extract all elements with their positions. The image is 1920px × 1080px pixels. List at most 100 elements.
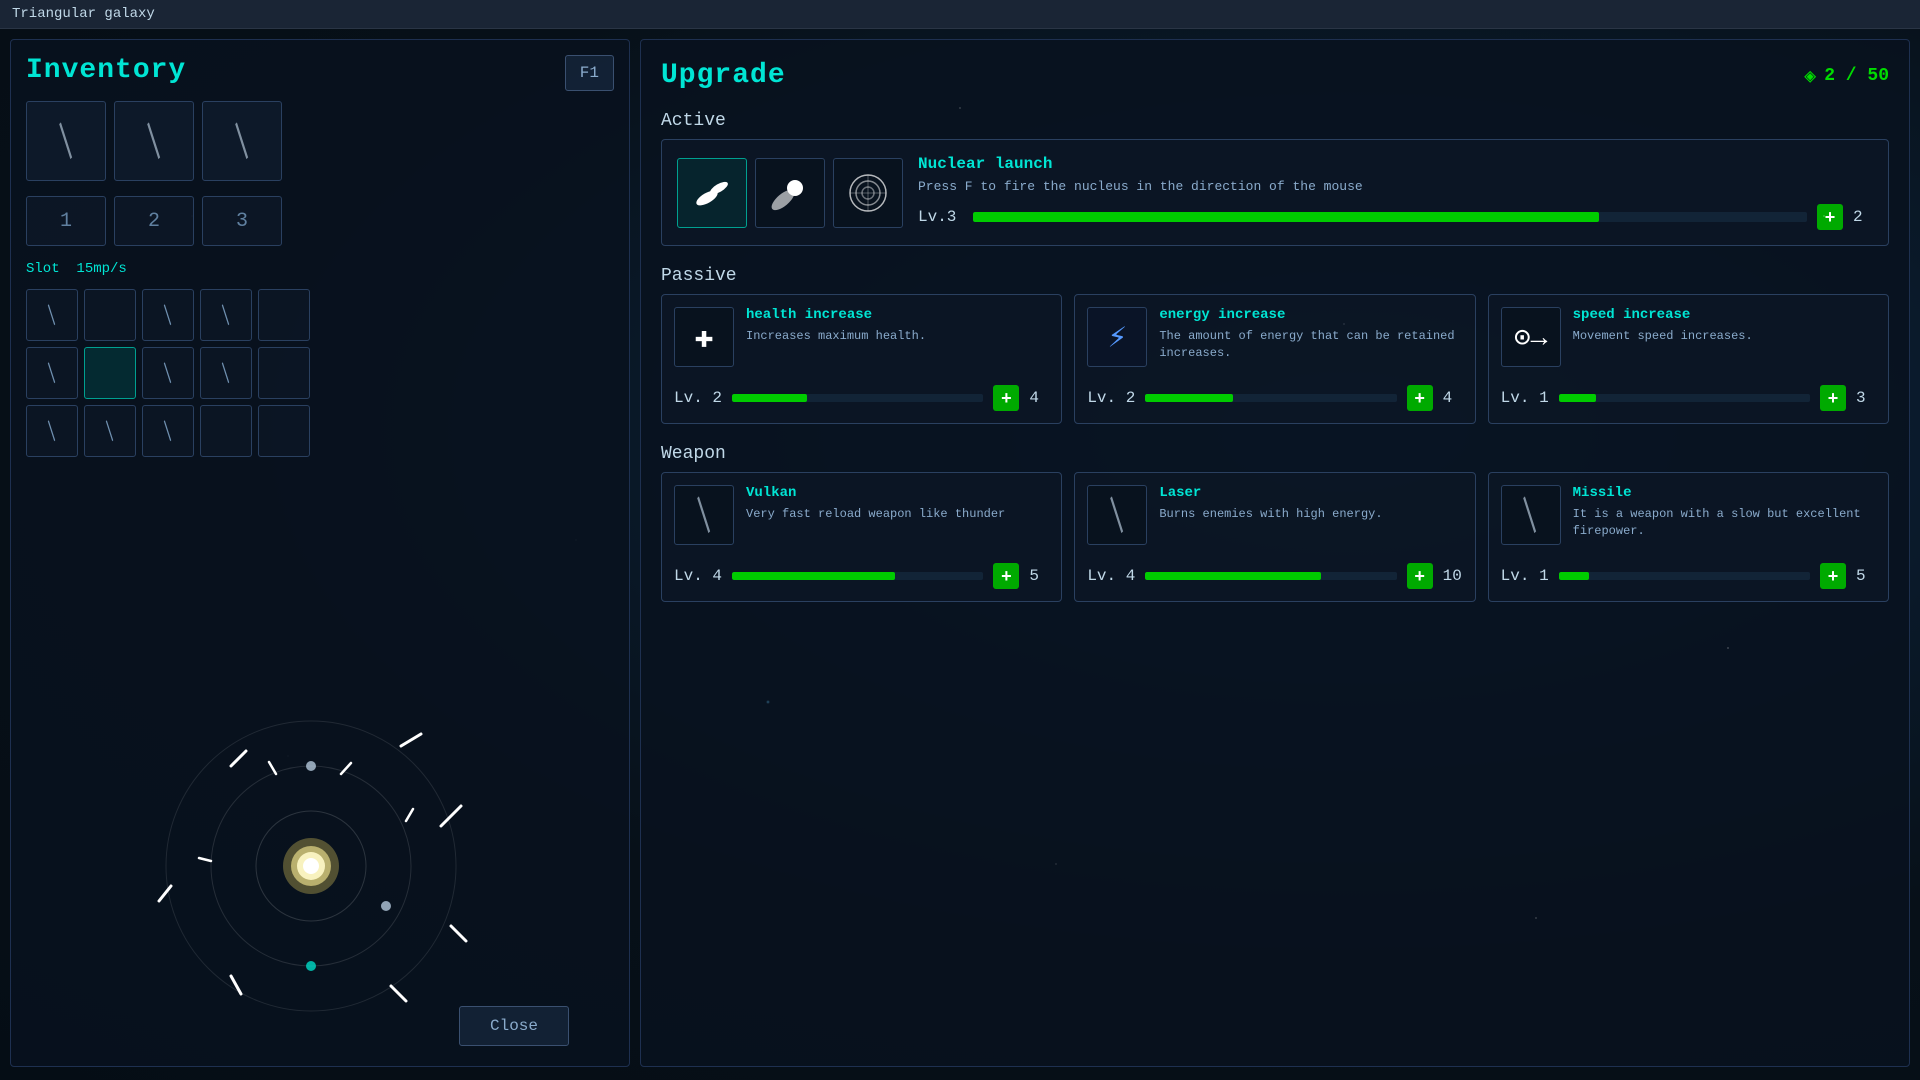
- speed-icon-box[interactable]: ⊙→: [1501, 307, 1561, 367]
- active-level-row: Lv.3 + 2: [918, 204, 1873, 230]
- active-upgrade-btn[interactable]: +: [1817, 204, 1843, 230]
- f1-badge[interactable]: F1: [565, 55, 614, 91]
- energy-upgrade-name: energy increase: [1159, 307, 1462, 323]
- passive-top-energy: ⚡ energy increase The amount of energy t…: [1087, 307, 1462, 367]
- speed-level: Lv. 1: [1501, 389, 1549, 407]
- nuclear-icon-1[interactable]: [677, 158, 747, 228]
- inv-slot-1-1[interactable]: ╱: [26, 289, 78, 341]
- active-upgrade-cost: 2: [1853, 208, 1873, 226]
- speed-cost: 3: [1856, 389, 1876, 407]
- passive-text-speed: speed increase Movement speed increases.: [1573, 307, 1753, 345]
- active-section-header: Active: [661, 111, 1889, 131]
- small-weapon-icon: ╱: [42, 421, 63, 442]
- speed-upgrade-name: speed increase: [1573, 307, 1753, 323]
- weapon-card-vulkan: ╱ Vulkan Very fast reload weapon like th…: [661, 472, 1062, 602]
- missile-level-row: Lv. 1 + 5: [1501, 563, 1876, 589]
- weapon-icon-3: ╱: [224, 123, 261, 160]
- missile-upgrade-btn[interactable]: +: [1820, 563, 1846, 589]
- energy-upgrade-btn[interactable]: +: [1407, 385, 1433, 411]
- health-level: Lv. 2: [674, 389, 722, 407]
- inv-slot-2-5[interactable]: [258, 347, 310, 399]
- energy-progress-bg: [1145, 394, 1396, 402]
- inv-slot-2-2[interactable]: [84, 347, 136, 399]
- passive-text-energy: energy increase The amount of energy tha…: [1159, 307, 1462, 362]
- health-icon-box[interactable]: ✚: [674, 307, 734, 367]
- nuclear-svg-1: [687, 168, 737, 218]
- weapon-slot-2[interactable]: ╱: [114, 101, 194, 181]
- laser-upgrade-btn[interactable]: +: [1407, 563, 1433, 589]
- speed-progress-bg: [1559, 394, 1810, 402]
- laser-icon-box[interactable]: ╱: [1087, 485, 1147, 545]
- energy-level: Lv. 2: [1087, 389, 1135, 407]
- currency-icon: ◈: [1804, 63, 1816, 89]
- laser-progress-fill: [1145, 572, 1321, 580]
- laser-name: Laser: [1159, 485, 1382, 501]
- passive-top-health: ✚ health increase Increases maximum heal…: [674, 307, 1049, 367]
- left-panel: Inventory F1 ╱ ╱ ╱ 1 2 3 Slot 15mp/s: [10, 39, 630, 1067]
- small-weapon-icon: ╱: [158, 421, 179, 442]
- weapon-icon-1: ╱: [48, 123, 85, 160]
- inv-slot-1-2[interactable]: [84, 289, 136, 341]
- laser-desc: Burns enemies with high energy.: [1159, 506, 1382, 523]
- vulkan-icon-box[interactable]: ╱: [674, 485, 734, 545]
- weapon-card-laser: ╱ Laser Burns enemies with high energy. …: [1074, 472, 1475, 602]
- weapon-section: Weapon ╱ Vulkan Very fast reload weapon …: [661, 444, 1889, 602]
- inventory-title: Inventory: [26, 55, 614, 86]
- inv-slot-3-1[interactable]: ╱: [26, 405, 78, 457]
- passive-card-speed: ⊙→ speed increase Movement speed increas…: [1488, 294, 1889, 424]
- small-weapon-icon: ╱: [158, 305, 179, 326]
- slot-number-3[interactable]: 3: [202, 196, 282, 246]
- nuclear-icon-2[interactable]: [755, 158, 825, 228]
- vulkan-progress-bg: [732, 572, 983, 580]
- speed-progress-fill: [1559, 394, 1597, 402]
- vulkan-upgrade-btn[interactable]: +: [993, 563, 1019, 589]
- energy-icon-box[interactable]: ⚡: [1087, 307, 1147, 367]
- nuclear-svg-3: [843, 168, 893, 218]
- inv-slot-2-1[interactable]: ╱: [26, 347, 78, 399]
- missile-progress-bg: [1559, 572, 1810, 580]
- inv-slot-1-3[interactable]: ╱: [142, 289, 194, 341]
- vulkan-text: Vulkan Very fast reload weapon like thun…: [746, 485, 1005, 523]
- vulkan-level-row: Lv. 4 + 5: [674, 563, 1049, 589]
- energy-icon: ⚡: [1108, 317, 1127, 357]
- health-upgrade-desc: Increases maximum health.: [746, 328, 926, 345]
- speed-upgrade-btn[interactable]: +: [1820, 385, 1846, 411]
- vulkan-desc: Very fast reload weapon like thunder: [746, 506, 1005, 523]
- missile-desc: It is a weapon with a slow but excellent…: [1573, 506, 1876, 540]
- health-progress-fill: [732, 394, 807, 402]
- laser-progress-bg: [1145, 572, 1396, 580]
- weapon-card-missile: ╱ Missile It is a weapon with a slow but…: [1488, 472, 1889, 602]
- missile-icon-box[interactable]: ╱: [1501, 485, 1561, 545]
- slot-number-2[interactable]: 2: [114, 196, 194, 246]
- inv-slot-2-4[interactable]: ╱: [200, 347, 252, 399]
- inv-slot-1-4[interactable]: ╱: [200, 289, 252, 341]
- active-progress-bg: [973, 212, 1807, 222]
- weapon-slot-1[interactable]: ╱: [26, 101, 106, 181]
- weapon-slot-3[interactable]: ╱: [202, 101, 282, 181]
- inv-slot-3-5[interactable]: [258, 405, 310, 457]
- inv-slot-3-4[interactable]: [200, 405, 252, 457]
- health-progress-bg: [732, 394, 983, 402]
- active-progress-fill: [973, 212, 1599, 222]
- speed-upgrade-desc: Movement speed increases.: [1573, 328, 1753, 345]
- inv-slot-1-5[interactable]: [258, 289, 310, 341]
- title-bar: Triangular galaxy: [0, 0, 1920, 29]
- orbital-svg: [151, 706, 471, 1026]
- small-weapon-icon: ╱: [42, 363, 63, 384]
- nuclear-icon-3[interactable]: [833, 158, 903, 228]
- inv-slot-2-3[interactable]: ╱: [142, 347, 194, 399]
- inv-slot-3-2[interactable]: ╱: [84, 405, 136, 457]
- health-upgrade-btn[interactable]: +: [993, 385, 1019, 411]
- vulkan-slash-icon: ╱: [686, 497, 723, 534]
- right-panel: Upgrade ◈ 2 / 50 Active: [640, 39, 1910, 1067]
- weapon-top-missile: ╱ Missile It is a weapon with a slow but…: [1501, 485, 1876, 545]
- active-upgrade-info: Nuclear launch Press F to fire the nucle…: [918, 155, 1873, 230]
- inv-slot-3-3[interactable]: ╱: [142, 405, 194, 457]
- missile-cost: 5: [1856, 567, 1876, 585]
- missile-level: Lv. 1: [1501, 567, 1549, 585]
- slot-number-1[interactable]: 1: [26, 196, 106, 246]
- health-upgrade-name: health increase: [746, 307, 926, 323]
- close-button[interactable]: Close: [459, 1006, 569, 1046]
- energy-progress-fill: [1145, 394, 1233, 402]
- health-cost: 4: [1029, 389, 1049, 407]
